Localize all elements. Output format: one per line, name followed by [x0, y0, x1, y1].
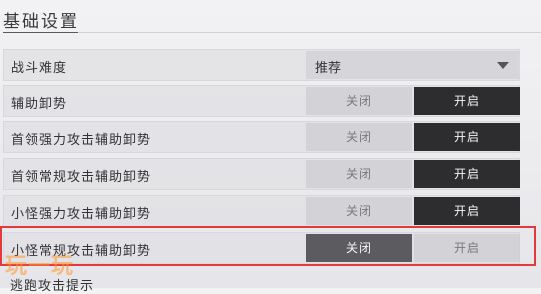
toggle-off-label: 关闭 — [345, 204, 372, 218]
setting-row-minion-normal-parry: 小怪常规攻击辅助卸势 关闭 开启 — [3, 232, 520, 264]
setting-label: 首领常规攻击辅助卸势 — [11, 170, 152, 185]
title-underline — [3, 32, 78, 33]
setting-label: 辅助卸势 — [11, 97, 68, 112]
dropdown-value: 推荐 — [315, 61, 342, 76]
setting-row-boss-normal-parry: 首领常规攻击辅助卸势 关闭 开启 — [3, 158, 520, 190]
toggle-on-label: 开启 — [453, 204, 480, 218]
toggle-on-option[interactable]: 开启 — [414, 123, 520, 151]
toggle-off-label: 关闭 — [345, 130, 372, 144]
toggle-on-option[interactable]: 开启 — [414, 197, 520, 225]
toggle-on-option[interactable]: 开启 — [414, 160, 520, 188]
watermark-logo: 玩一玩 — [5, 254, 75, 279]
toggle-off-option[interactable]: 关闭 — [306, 160, 412, 188]
toggle-on-option[interactable]: 开启 — [414, 87, 520, 115]
toggle-off-option[interactable]: 关闭 — [306, 234, 412, 262]
toggle-off-label: 关闭 — [345, 94, 372, 108]
chevron-down-icon — [497, 62, 509, 69]
section-title: 基础设置 — [3, 12, 79, 32]
toggle-off-option[interactable]: 关闭 — [306, 197, 412, 225]
setting-row-combat-difficulty: 战斗难度 推荐 — [3, 49, 520, 81]
toggle-off-option[interactable]: 关闭 — [306, 87, 412, 115]
toggle-on-label: 开启 — [453, 94, 480, 108]
setting-row-boss-strong-parry: 首领强力攻击辅助卸势 关闭 开启 — [3, 121, 520, 153]
toggle-on-option[interactable]: 开启 — [414, 234, 520, 262]
setting-label: 小怪强力攻击辅助卸势 — [11, 207, 152, 222]
setting-label: 首领强力攻击辅助卸势 — [11, 133, 152, 148]
toggle-on-label: 开启 — [453, 130, 480, 144]
setting-row-assist-parry: 辅助卸势 关闭 开启 — [3, 85, 520, 117]
toggle-on-label: 开启 — [453, 167, 480, 181]
setting-row-minion-strong-parry: 小怪强力攻击辅助卸势 关闭 开启 — [3, 195, 520, 227]
toggle-off-option[interactable]: 关闭 — [306, 123, 412, 151]
difficulty-dropdown[interactable]: 推荐 — [306, 51, 519, 79]
toggle-off-label: 关闭 — [345, 241, 372, 255]
setting-label: 战斗难度 — [11, 61, 68, 76]
toggle-off-label: 关闭 — [345, 167, 372, 181]
toggle-on-label: 开启 — [453, 241, 480, 255]
title-rule — [78, 32, 541, 33]
